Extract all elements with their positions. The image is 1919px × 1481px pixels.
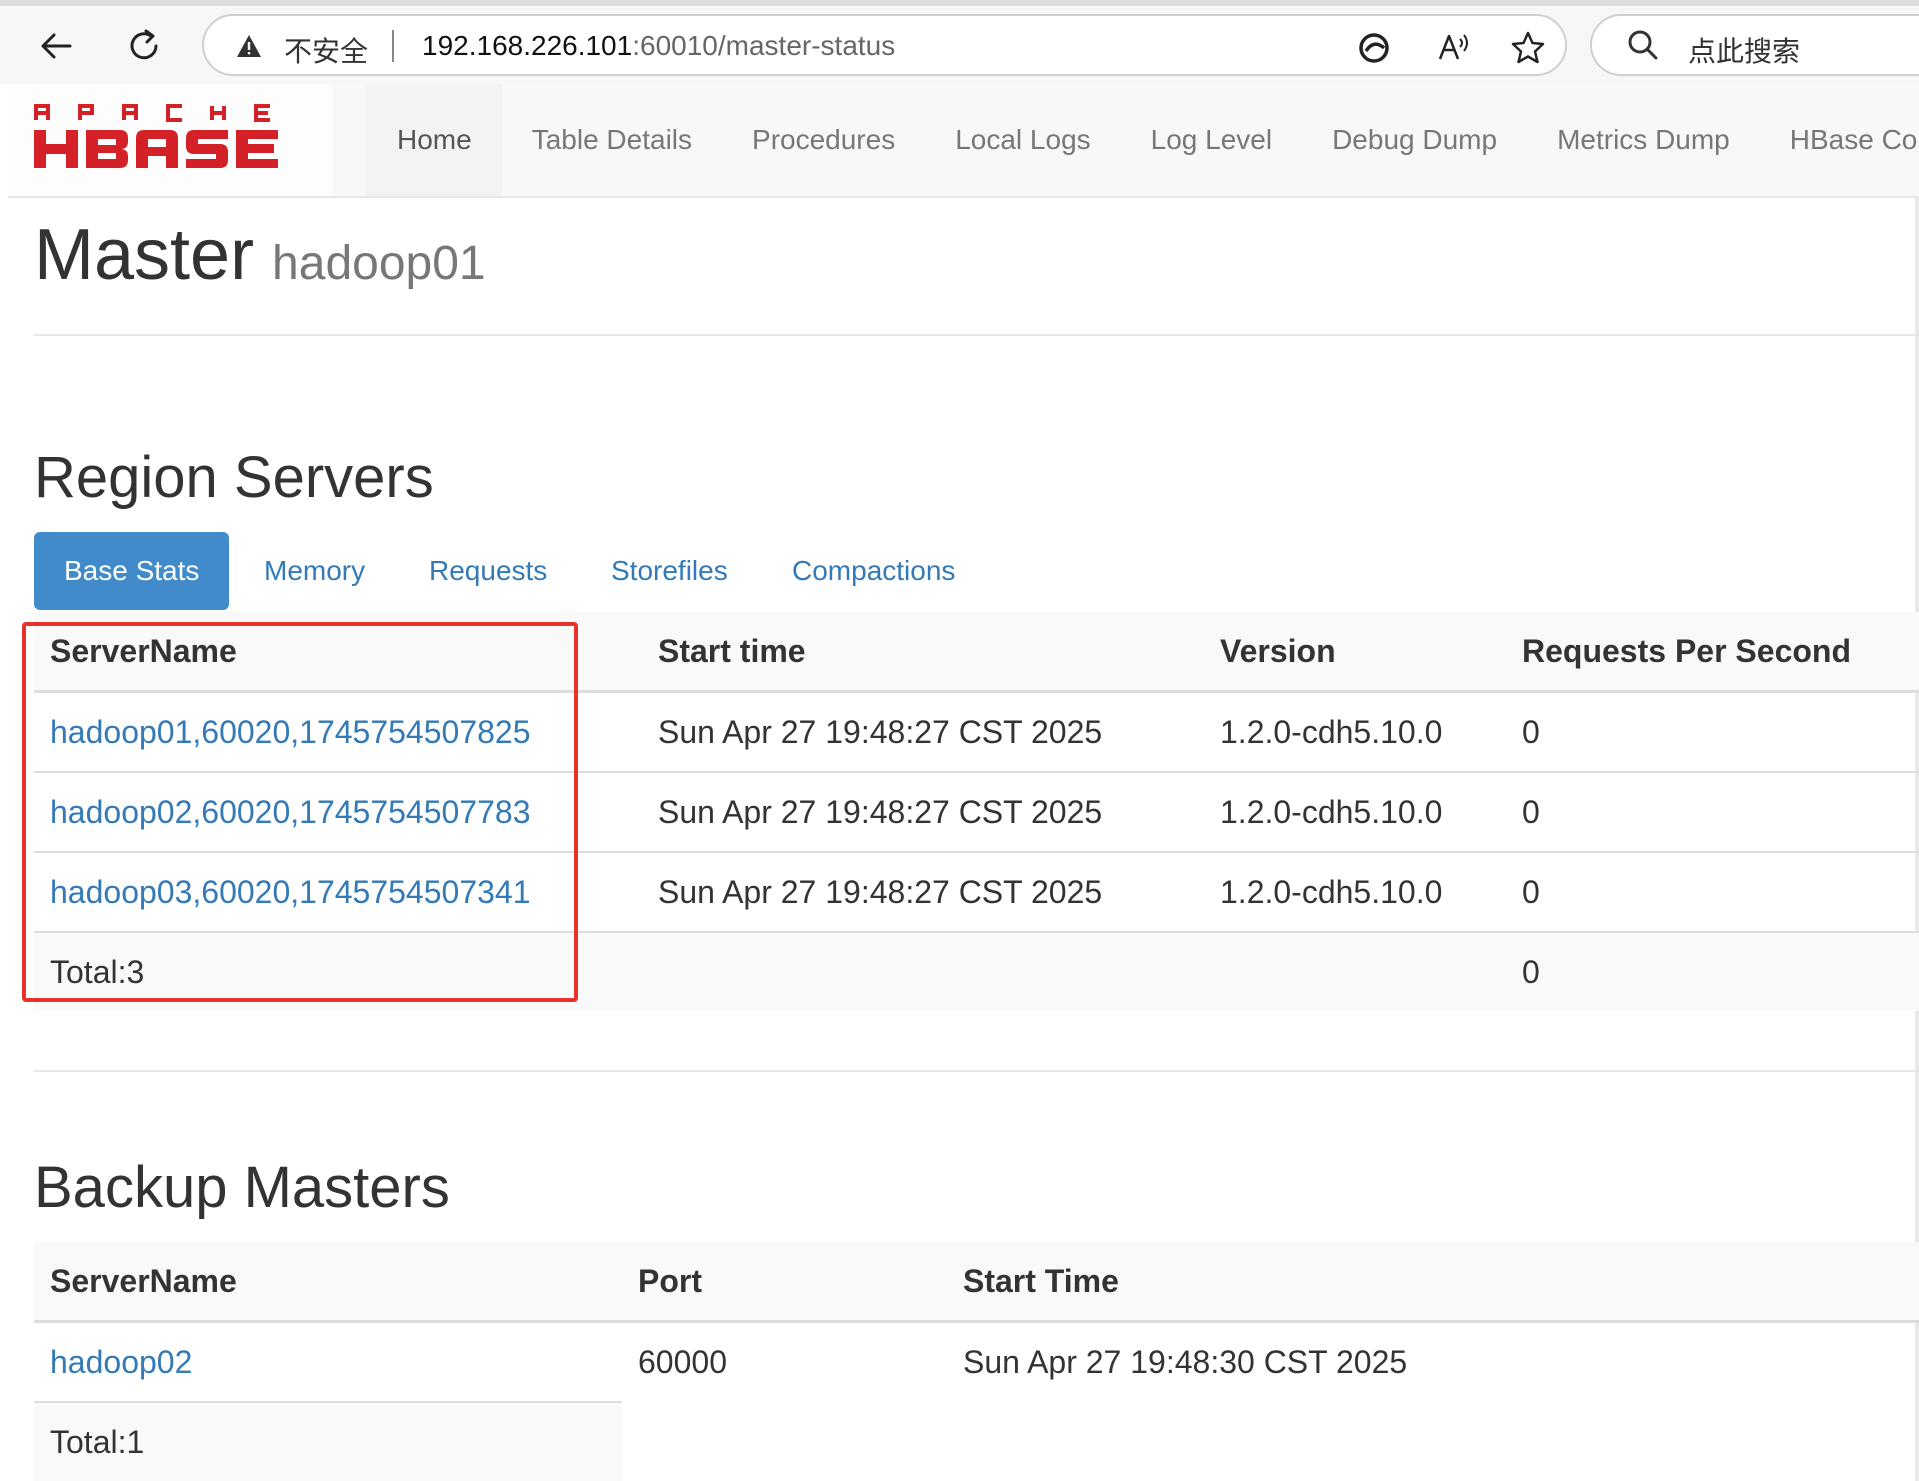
start-time-cell: Sun Apr 27 19:48:27 CST 2025 [642,771,1204,852]
nav-procedures[interactable]: Procedures [722,84,925,196]
rps-cell: 0 [1506,851,1919,932]
url-path: :60010/master-status [632,30,896,61]
navbar-links: Home Table Details Procedures Local Logs… [367,84,1919,196]
page-title-host: hadoop01 [272,237,486,290]
region-servers-tabs: Base Stats Memory Requests Storefiles Co… [34,532,1919,614]
total-rps: 0 [1506,931,1919,1011]
hbase-navbar: Home Table Details Procedures Local Logs… [8,84,1919,198]
table-row: hadoop02 60000 Sun Apr 27 19:48:30 CST 2… [34,1320,1919,1402]
address-bar[interactable]: 不安全 192.168.226.101:60010/master-status [202,14,1567,76]
edge-refresh-icon[interactable] [1354,28,1394,68]
address-divider [392,30,394,62]
column-header-version: Version [1204,612,1506,693]
tab-requests[interactable]: Requests [429,532,547,610]
nav-log-level[interactable]: Log Level [1121,84,1302,196]
empty-cell [622,1402,947,1481]
refresh-button[interactable] [116,18,172,74]
column-header-start-time: Start time [642,612,1204,693]
server-cell: hadoop02 [34,1320,622,1402]
header-divider [34,334,1919,336]
start-time-cell: Sun Apr 27 19:48:30 CST 2025 [947,1320,1919,1402]
rps-cell: 0 [1506,690,1919,772]
page-title: Master hadoop01 [34,214,486,296]
region-servers-heading: Region Servers [34,445,434,510]
nav-home[interactable]: Home [367,84,502,196]
server-link[interactable]: hadoop02 [50,1344,192,1380]
nav-metrics-dump[interactable]: Metrics Dump [1527,84,1760,196]
read-aloud-icon[interactable] [1434,28,1474,68]
browser-search-box[interactable]: 点此搜索 [1590,14,1919,76]
version-cell: 1.2.0-cdh5.10.0 [1204,690,1506,772]
warning-icon[interactable] [236,34,262,63]
start-time-cell: Sun Apr 27 19:48:27 CST 2025 [642,851,1204,932]
page-title-main: Master [34,215,255,295]
empty-cell [642,931,1204,1011]
tab-compactions[interactable]: Compactions [792,532,955,610]
nav-table-details[interactable]: Table Details [502,84,722,196]
browser-toolbar: 不安全 192.168.226.101:60010/master-status … [0,0,1919,84]
search-icon [1626,28,1660,67]
port-cell: 60000 [622,1320,947,1402]
tab-strip [0,0,1919,6]
back-arrow-icon [41,33,72,59]
nav-debug-dump[interactable]: Debug Dump [1302,84,1527,196]
tab-memory[interactable]: Memory [264,532,365,610]
favorite-star-icon[interactable] [1508,28,1548,68]
tab-storefiles[interactable]: Storefiles [611,532,728,610]
column-header-start-time: Start Time [947,1242,1919,1323]
back-button[interactable] [28,18,84,74]
hbase-logo[interactable] [32,100,314,179]
backup-masters-table: ServerName Port Start Time hadoop02 6000… [34,1242,1919,1481]
table-total-row: Total:1 [34,1401,1919,1481]
nav-local-logs[interactable]: Local Logs [925,84,1120,196]
nav-hbase-configuration[interactable]: HBase Confi [1760,84,1919,196]
version-cell: 1.2.0-cdh5.10.0 [1204,851,1506,932]
url-text[interactable]: 192.168.226.101:60010/master-status [422,30,895,62]
column-header-port: Port [622,1242,947,1323]
table-header-row: ServerName Port Start Time [34,1242,1919,1323]
column-header-requests-per-second: Requests Per Second [1506,612,1919,693]
rps-cell: 0 [1506,771,1919,852]
total-label: Total:1 [34,1401,622,1481]
start-time-cell: Sun Apr 27 19:48:27 CST 2025 [642,690,1204,772]
tab-base-stats[interactable]: Base Stats [34,532,230,610]
column-header-servername: ServerName [34,1242,622,1323]
section-divider [34,1070,1919,1072]
refresh-icon [130,29,158,60]
backup-masters-heading: Backup Masters [34,1155,450,1220]
version-cell: 1.2.0-cdh5.10.0 [1204,771,1506,852]
empty-cell [947,1402,1919,1481]
security-label[interactable]: 不安全 [284,30,368,70]
empty-cell [1204,931,1506,1011]
search-placeholder: 点此搜索 [1688,35,1801,68]
highlight-annotation-box [22,622,578,1002]
url-host: 192.168.226.101 [422,30,633,61]
